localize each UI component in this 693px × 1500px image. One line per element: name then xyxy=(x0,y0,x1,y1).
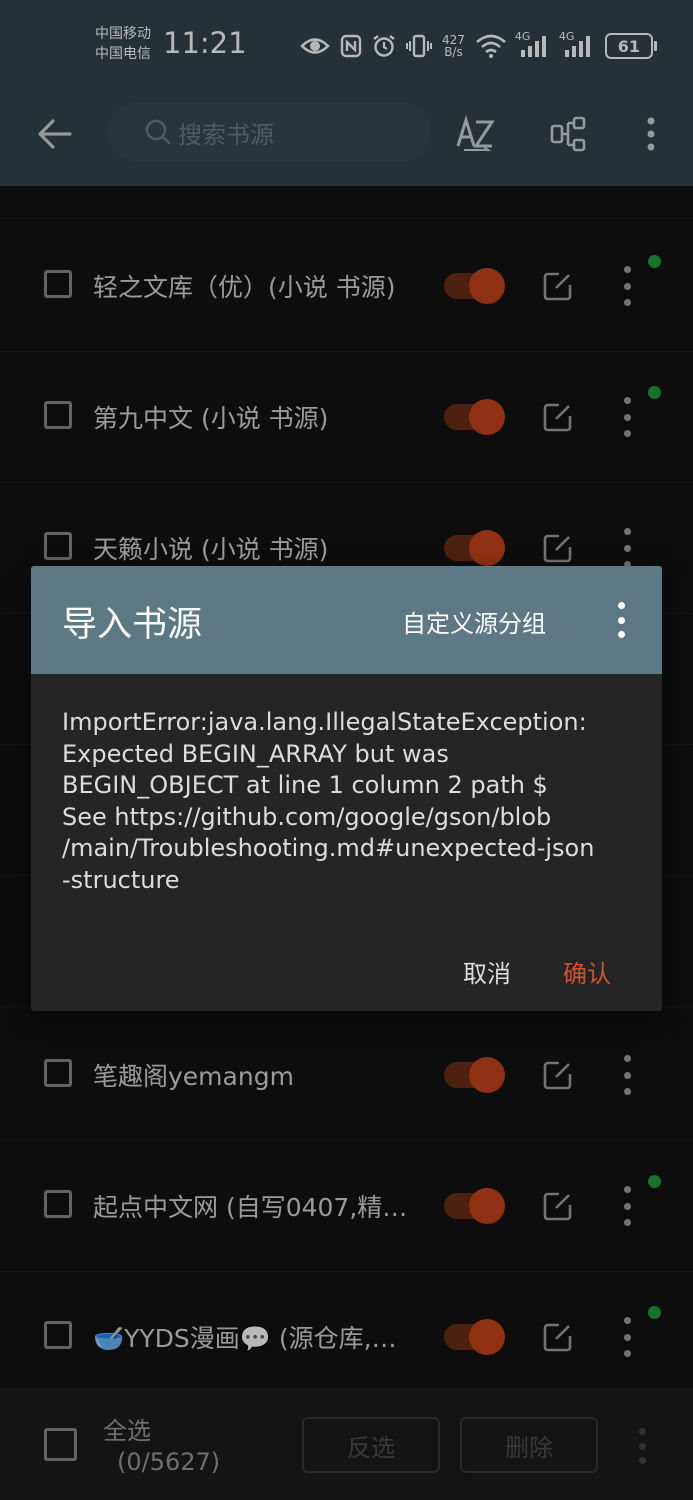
confirm-button[interactable]: 确认 xyxy=(563,954,611,989)
more-vert-icon[interactable] xyxy=(615,602,627,638)
import-dialog: 导入书源 自定义源分组 ImportError:java.lang.Illega… xyxy=(31,566,662,1011)
cancel-button[interactable]: 取消 xyxy=(463,954,511,989)
custom-group-button[interactable]: 自定义源分组 xyxy=(402,604,546,639)
dialog-header: 导入书源 自定义源分组 xyxy=(31,566,662,674)
dialog-title: 导入书源 xyxy=(62,605,203,645)
error-message: ImportError:java.lang.IllegalStateExcept… xyxy=(62,708,595,894)
